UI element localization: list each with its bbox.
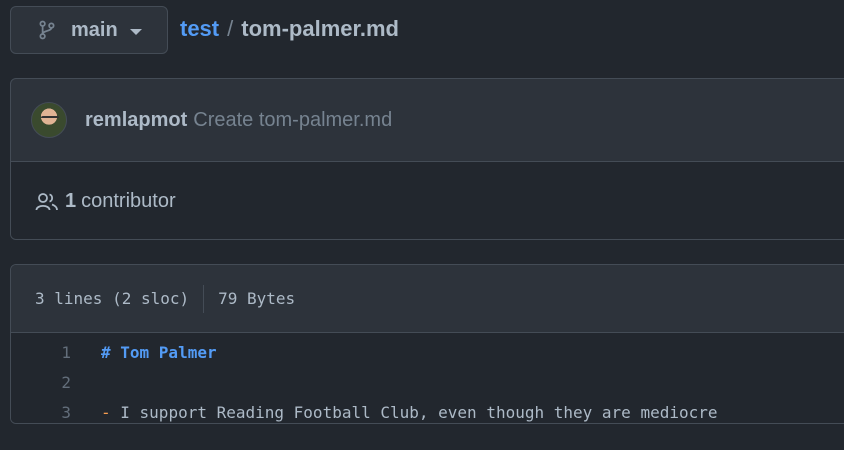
file-viewer: 3 lines (2 sloc) 79 Bytes 1 # Tom Palmer… xyxy=(10,264,844,424)
file-line-count: 3 lines (2 sloc) xyxy=(35,289,190,308)
breadcrumb-separator: / xyxy=(227,16,234,41)
contributor-label: contributor xyxy=(81,190,176,212)
breadcrumb-repo-link[interactable]: test xyxy=(180,16,219,42)
code-view: 1 # Tom Palmer 2 3 - I support Reading F… xyxy=(11,333,844,423)
breadcrumb: test / tom-palmer.md xyxy=(180,16,399,42)
contributor-count: 1 xyxy=(65,190,77,212)
file-info-header: 3 lines (2 sloc) 79 Bytes xyxy=(11,265,844,333)
file-size: 79 Bytes xyxy=(218,289,296,308)
line-number[interactable]: 3 xyxy=(11,403,71,422)
line-content[interactable]: # Tom Palmer xyxy=(101,343,217,362)
code-line: 2 xyxy=(11,367,844,397)
commit-message-link[interactable]: Create tom-palmer.md xyxy=(193,109,392,132)
branch-select-button[interactable]: main xyxy=(10,6,168,54)
markdown-text: I support Reading Football Club, even th… xyxy=(110,402,718,422)
divider xyxy=(203,284,205,313)
markdown-heading: # Tom Palmer xyxy=(101,342,217,362)
code-line: 1 # Tom Palmer xyxy=(11,337,844,367)
line-content[interactable]: - I support Reading Football Club, even … xyxy=(101,403,718,422)
contributors-row[interactable]: 1 contributor xyxy=(11,162,844,239)
latest-commit-box: remlapmot Create tom-palmer.md 1 contrib… xyxy=(10,78,844,240)
chevron-down-icon xyxy=(129,28,142,35)
commit-row: remlapmot Create tom-palmer.md xyxy=(11,79,844,162)
code-line: 3 - I support Reading Football Club, eve… xyxy=(11,397,844,423)
git-branch-icon xyxy=(37,19,57,41)
people-icon xyxy=(35,192,59,212)
line-number[interactable]: 2 xyxy=(11,373,71,392)
commit-author-link[interactable]: remlapmot xyxy=(85,109,187,132)
line-number[interactable]: 1 xyxy=(11,343,71,362)
branch-name: main xyxy=(71,18,118,41)
markdown-bullet: - xyxy=(101,402,111,422)
breadcrumb-file-name: tom-palmer.md xyxy=(241,16,399,41)
avatar[interactable] xyxy=(31,102,67,138)
